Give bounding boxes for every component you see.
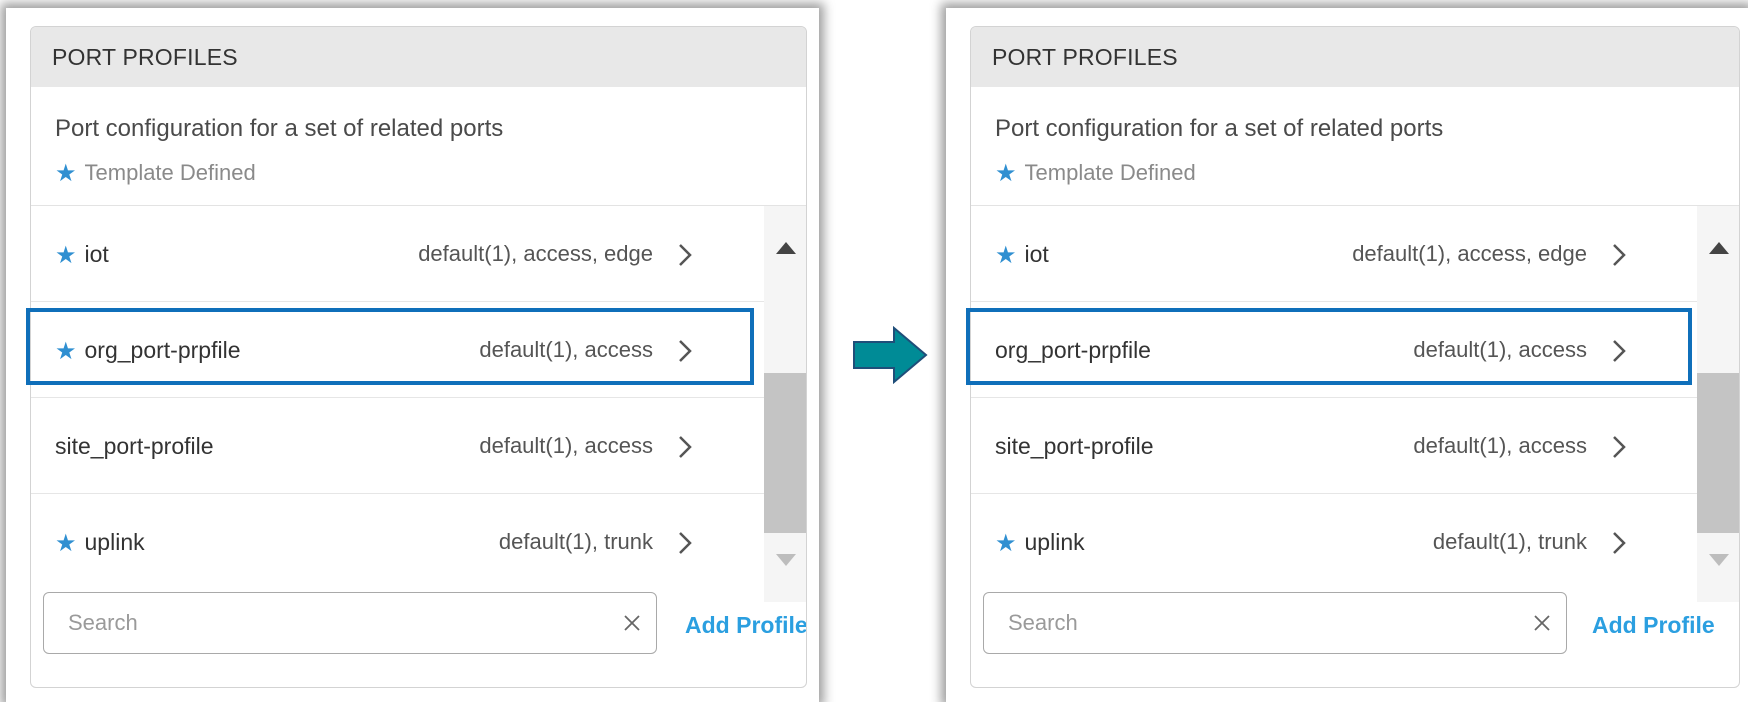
- port-profiles-panel-after: PORT PROFILES Port configuration for a s…: [970, 26, 1740, 688]
- chevron-right-icon: [1613, 244, 1626, 266]
- chevron-right-icon: [679, 244, 692, 266]
- profile-row-iot[interactable]: ★ iot default(1), access, edge: [971, 206, 1697, 302]
- caret-down-icon[interactable]: [776, 554, 796, 566]
- scrollbar-thumb[interactable]: [764, 373, 806, 533]
- profile-tags: default(1), access, edge: [418, 241, 653, 266]
- chevron-right-icon: [679, 340, 692, 362]
- close-icon[interactable]: [622, 613, 642, 633]
- template-defined-legend: ★ Template Defined: [55, 158, 256, 187]
- chevron-right-icon: [1613, 340, 1626, 362]
- profile-name: site_port-profile: [995, 433, 1154, 459]
- arrow-right-icon: [853, 326, 928, 384]
- profile-tags: default(1), access: [1413, 337, 1587, 362]
- profile-tags: default(1), access: [479, 337, 653, 362]
- profile-row-org-port-prpfile[interactable]: ★ org_port-prpfile default(1), access: [31, 302, 764, 398]
- profile-list: ★ iot default(1), access, edge ★ org_port-…: [31, 206, 806, 602]
- profile-row-uplink[interactable]: ★ uplink default(1), trunk: [31, 494, 764, 590]
- chevron-right-icon: [679, 532, 692, 554]
- legend-label: Template Defined: [1024, 160, 1196, 185]
- profile-row-uplink[interactable]: ★ uplink default(1), trunk: [971, 494, 1697, 590]
- search-input[interactable]: [984, 593, 1566, 653]
- profile-tags: default(1), trunk: [1432, 529, 1587, 554]
- star-icon: ★: [55, 242, 77, 269]
- profile-list: ★ iot default(1), access, edge org_port-p…: [971, 206, 1739, 602]
- star-icon: ★: [995, 530, 1017, 557]
- caret-down-icon[interactable]: [1709, 554, 1729, 566]
- search-box[interactable]: [983, 592, 1567, 654]
- chevron-right-icon: [679, 436, 692, 458]
- profile-tags: default(1), trunk: [498, 529, 653, 554]
- profile-name: ★ iot: [55, 241, 109, 269]
- add-profile-button[interactable]: Add Profile: [1592, 612, 1715, 639]
- profile-name: ★ org_port-prpfile: [55, 337, 241, 365]
- caret-up-icon[interactable]: [1709, 242, 1729, 254]
- list-scrollbar[interactable]: [1697, 206, 1739, 602]
- panel-header: PORT PROFILES: [971, 27, 1739, 87]
- panel-description: Port configuration for a set of related …: [55, 115, 504, 142]
- profile-row-iot[interactable]: ★ iot default(1), access, edge: [31, 206, 764, 302]
- panel-header: PORT PROFILES: [31, 27, 806, 87]
- profile-tags: default(1), access: [1413, 433, 1587, 458]
- scrollbar-thumb[interactable]: [1697, 373, 1739, 533]
- profile-name: ★ uplink: [995, 529, 1085, 557]
- port-profiles-panel-before: PORT PROFILES Port configuration for a s…: [30, 26, 807, 688]
- list-scrollbar[interactable]: [764, 206, 806, 602]
- panel-description: Port configuration for a set of related …: [995, 115, 1444, 142]
- profile-tags: default(1), access: [479, 433, 653, 458]
- profile-name: ★ uplink: [55, 529, 145, 557]
- star-icon: ★: [55, 338, 77, 365]
- star-icon: ★: [55, 160, 77, 187]
- star-icon: ★: [55, 530, 77, 557]
- add-profile-button[interactable]: Add Profile: [685, 612, 806, 639]
- profile-row-org-port-prpfile[interactable]: org_port-prpfile default(1), access: [971, 302, 1697, 398]
- close-icon[interactable]: [1532, 613, 1552, 633]
- star-icon: ★: [995, 242, 1017, 269]
- chevron-right-icon: [1613, 532, 1626, 554]
- search-box[interactable]: [43, 592, 657, 654]
- chevron-right-icon: [1613, 436, 1626, 458]
- caret-up-icon[interactable]: [776, 242, 796, 254]
- legend-label: Template Defined: [84, 160, 256, 185]
- search-input[interactable]: [44, 593, 656, 653]
- profile-tags: default(1), access, edge: [1352, 241, 1587, 266]
- template-defined-legend: ★ Template Defined: [995, 158, 1196, 187]
- profile-name: ★ iot: [995, 241, 1049, 269]
- profile-name: site_port-profile: [55, 433, 214, 459]
- star-icon: ★: [995, 160, 1017, 187]
- profile-row-site-port-profile[interactable]: site_port-profile default(1), access: [31, 398, 764, 494]
- profile-name: org_port-prpfile: [995, 337, 1151, 363]
- profile-row-site-port-profile[interactable]: site_port-profile default(1), access: [971, 398, 1697, 494]
